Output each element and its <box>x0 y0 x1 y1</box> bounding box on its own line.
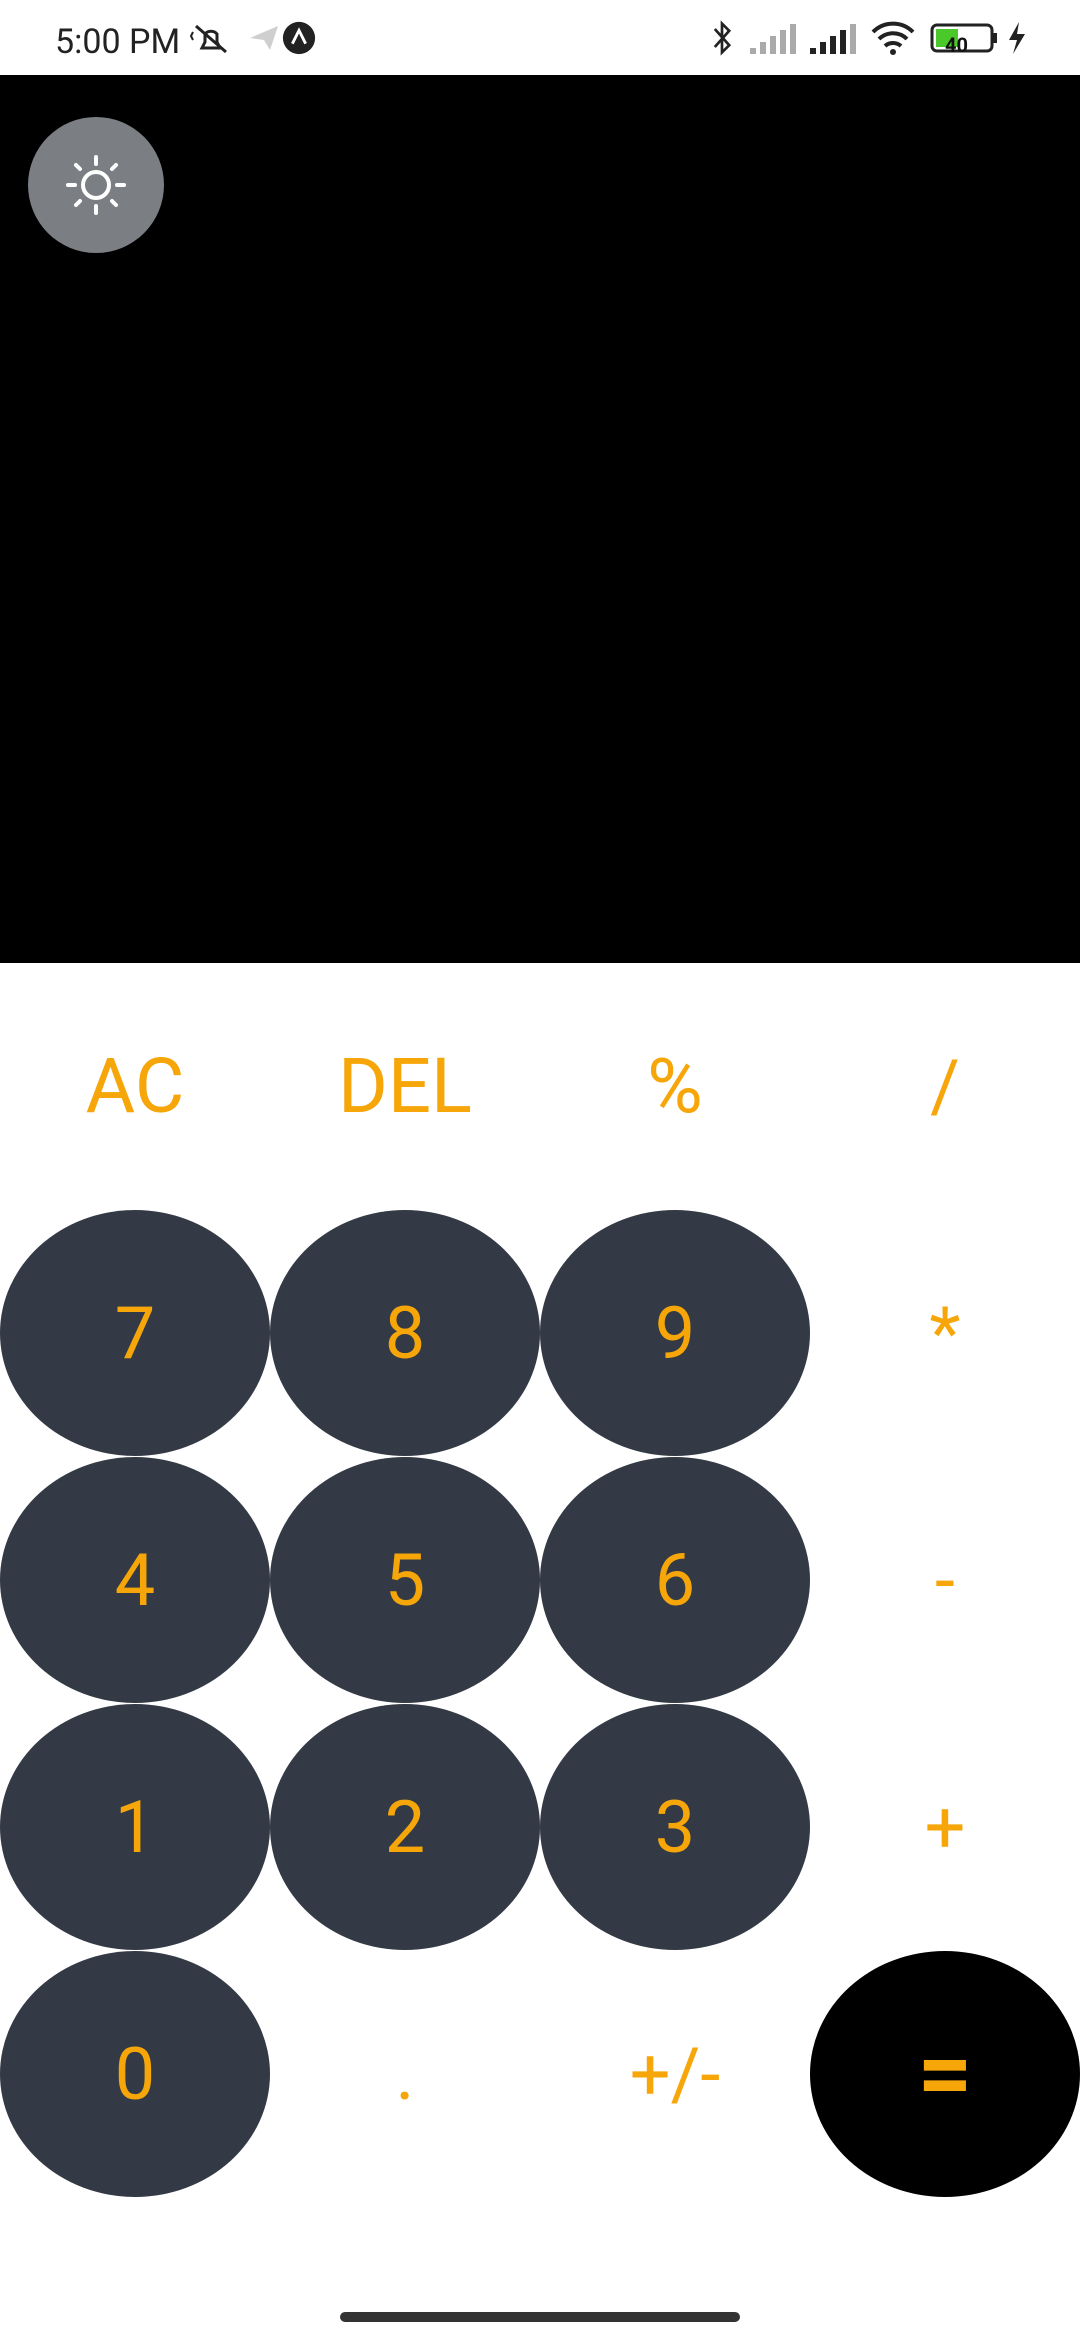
app-notification-icon <box>282 21 316 55</box>
digit-4-button[interactable]: 4 <box>0 1457 270 1703</box>
decimal-button[interactable]: . <box>270 1951 540 2197</box>
home-indicator[interactable] <box>340 2312 740 2322</box>
percent-button[interactable]: % <box>540 963 810 1209</box>
digit-1-button[interactable]: 1 <box>0 1704 270 1950</box>
send-icon <box>250 26 278 50</box>
divide-button[interactable]: / <box>810 963 1080 1209</box>
charging-icon <box>1009 22 1025 54</box>
subtract-button[interactable]: - <box>810 1457 1080 1703</box>
add-button[interactable]: + <box>810 1704 1080 1950</box>
digit-0-button[interactable]: 0 <box>0 1951 270 2197</box>
theme-toggle-button[interactable] <box>28 117 164 253</box>
status-bar: 5:00 PM 40 <box>0 0 1080 75</box>
battery-level: 40 <box>945 33 968 57</box>
all-clear-button[interactable]: AC <box>0 963 270 1209</box>
equals-button[interactable]: = <box>810 1951 1080 2197</box>
sign-toggle-button[interactable]: +/- <box>540 1951 810 2197</box>
wifi-icon <box>871 21 915 55</box>
bluetooth-icon <box>713 20 732 56</box>
digit-3-button[interactable]: 3 <box>540 1704 810 1950</box>
digit-7-button[interactable]: 7 <box>0 1210 270 1456</box>
digit-6-button[interactable]: 6 <box>540 1457 810 1703</box>
status-time: 5:00 PM <box>55 22 181 62</box>
digit-9-button[interactable]: 9 <box>540 1210 810 1456</box>
signal-strength-icon-2 <box>810 24 856 54</box>
signal-strength-icon <box>750 24 796 54</box>
calculator-display <box>0 75 1080 963</box>
digit-2-button[interactable]: 2 <box>270 1704 540 1950</box>
sun-icon <box>66 155 126 215</box>
multiply-button[interactable]: * <box>810 1210 1080 1456</box>
digit-8-button[interactable]: 8 <box>270 1210 540 1456</box>
vibrate-mute-icon <box>189 24 227 54</box>
delete-button[interactable]: DEL <box>270 963 540 1209</box>
keypad: AC DEL % / 7 8 9 * 4 5 6 - 1 2 3 + 0 . +… <box>0 963 1080 2200</box>
digit-5-button[interactable]: 5 <box>270 1457 540 1703</box>
